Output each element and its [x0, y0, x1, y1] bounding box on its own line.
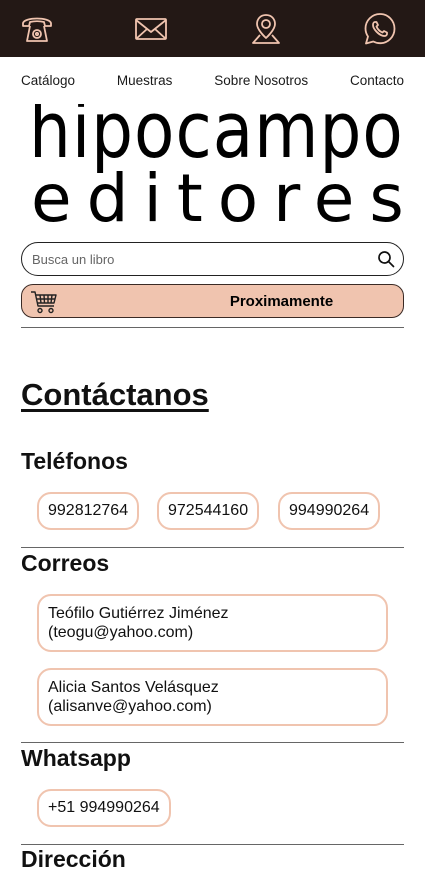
phone-number[interactable]: 972544160	[157, 492, 260, 530]
email-contact-name: Teófilo Gutiérrez Jiménez	[48, 605, 229, 622]
divider	[21, 844, 404, 845]
nav-item-muestras[interactable]: Muestras	[117, 73, 173, 88]
hipocampo-logo[interactable]: hipocampo editores	[21, 104, 401, 235]
divider	[21, 327, 404, 328]
address-heading: Dirección	[21, 846, 126, 872]
emails-heading: Correos	[21, 550, 110, 576]
divider	[21, 742, 404, 743]
cart-button[interactable]: Proximamente	[21, 284, 404, 318]
nav-item-catalogo[interactable]: Catálogo	[21, 73, 75, 88]
logo-line-2: editores	[31, 160, 401, 235]
email-contact-name: Alicia Santos Velásquez	[48, 679, 219, 696]
top-contact-bar	[0, 0, 425, 57]
nav-item-contacto[interactable]: Contacto	[350, 73, 404, 88]
email-card[interactable]: Teófilo Gutiérrez Jiménez (teogu@yahoo.c…	[37, 594, 388, 652]
search-bar	[21, 242, 404, 276]
email-card[interactable]: Alicia Santos Velásquez (alisanve@yahoo.…	[37, 668, 388, 726]
search-icon[interactable]	[377, 250, 395, 268]
telephone-icon[interactable]	[20, 12, 54, 46]
email-address: (alisanve@yahoo.com)	[48, 698, 212, 715]
main-nav: Catálogo Muestras Sobre Nosotros Contact…	[0, 57, 425, 103]
divider	[21, 547, 404, 548]
whatsapp-number[interactable]: +51 994990264	[37, 789, 171, 827]
page-title: Contáctanos	[21, 377, 209, 412]
phone-number[interactable]: 994990264	[278, 492, 381, 530]
search-input[interactable]	[32, 251, 377, 267]
cart-label: Proximamente	[229, 292, 334, 310]
phone-number[interactable]: 992812764	[37, 492, 140, 530]
map-pin-icon[interactable]	[249, 12, 283, 46]
email-address: (teogu@yahoo.com)	[48, 624, 194, 641]
whatsapp-heading: Whatsapp	[21, 745, 131, 771]
phones-heading: Teléfonos	[21, 448, 128, 474]
nav-item-sobre-nosotros[interactable]: Sobre Nosotros	[214, 73, 308, 88]
mail-icon[interactable]	[134, 12, 168, 46]
whatsapp-icon[interactable]	[363, 12, 397, 46]
